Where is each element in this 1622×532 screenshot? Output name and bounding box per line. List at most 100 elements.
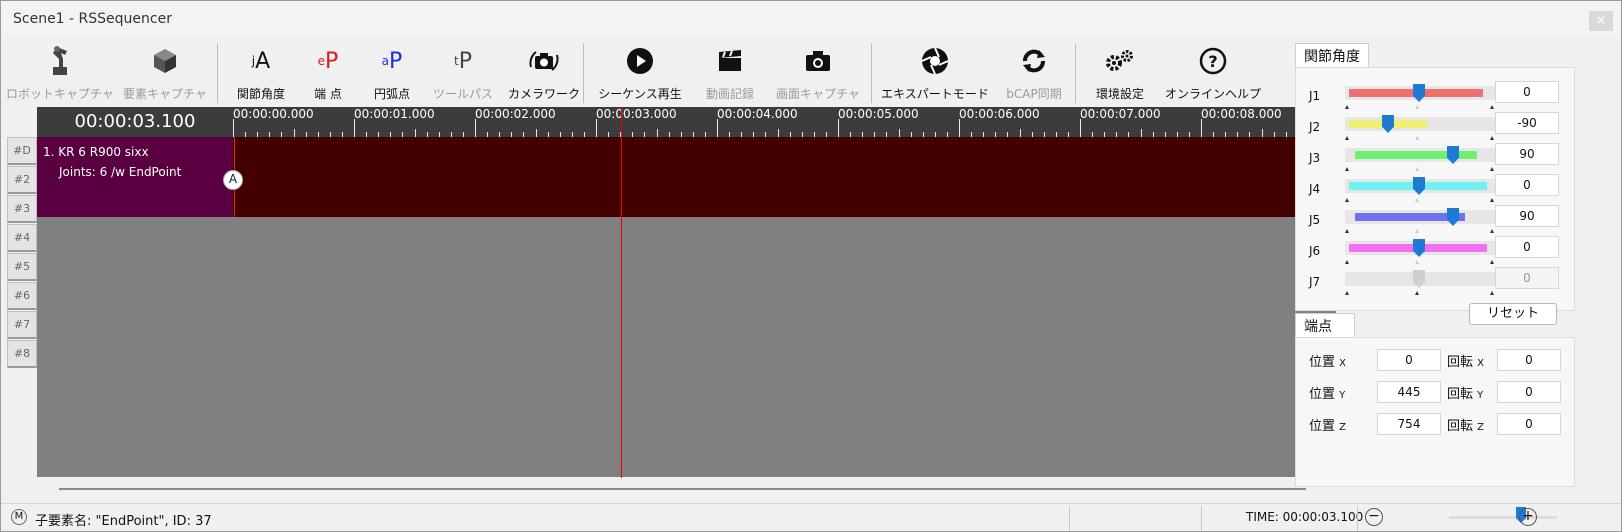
- end-point-fields: 位置 X 0 回転 X 0 位置 Y 445 回転 Y 0 位置 Z 754 回転 Z 0: [1295, 337, 1575, 487]
- joint-slider[interactable]: [1345, 270, 1495, 288]
- sync-icon: [999, 45, 1069, 77]
- expert-mode-button[interactable]: エキスパートモード: [881, 41, 989, 105]
- ruler-tick: [777, 129, 779, 137]
- joint-value-input[interactable]: -90: [1495, 112, 1559, 134]
- rotation-x-input[interactable]: 0: [1497, 349, 1561, 371]
- camera-work-button[interactable]: カメラワーク: [508, 41, 580, 105]
- clapperboard-icon: [697, 45, 763, 77]
- joint-value-input[interactable]: 0: [1495, 236, 1559, 258]
- property-panel: 関節角度 J1 0 J2 -90 J3 90 J4 0 J5 90 J6 0 J7 0 リセット 端点 位…: [1295, 41, 1622, 501]
- joint-slider-thumb[interactable]: [1413, 177, 1425, 195]
- reset-button[interactable]: リセット: [1469, 303, 1557, 325]
- joint-slider[interactable]: [1345, 239, 1495, 257]
- robot-capture-button[interactable]: ロボットキャプチャ: [6, 41, 114, 105]
- element-capture-button[interactable]: 要素キャプチャ: [123, 41, 207, 105]
- ruler-tick: [898, 129, 900, 137]
- joint-slider[interactable]: [1345, 115, 1495, 133]
- joint-value-input[interactable]: 90: [1495, 205, 1559, 227]
- joint-slider-thumb[interactable]: [1413, 84, 1425, 102]
- ruler-tick: [1261, 129, 1263, 137]
- joint-label: J4: [1309, 182, 1321, 196]
- track-tab[interactable]: #2: [7, 166, 37, 194]
- robot-capture-label: ロボットキャプチャ: [6, 87, 114, 101]
- track-header[interactable]: 1. KR 6 R900 sixx Joints: 6 /w EndPoint: [37, 137, 233, 217]
- rotation-label-z: 回転 Z: [1447, 419, 1485, 434]
- element-capture-label: 要素キャプチャ: [123, 87, 207, 101]
- track-tab[interactable]: #8: [7, 340, 37, 368]
- toolbar-divider: [871, 43, 872, 103]
- ruler-tick: [1201, 119, 1202, 137]
- track-tab[interactable]: #5: [7, 253, 37, 281]
- joint-row-j1: J1 0: [1309, 81, 1571, 113]
- rotation-y-input[interactable]: 0: [1497, 381, 1561, 403]
- joint-slider[interactable]: [1345, 84, 1495, 102]
- joint-label: J7: [1309, 275, 1321, 289]
- tab-end-point[interactable]: 端点: [1295, 313, 1355, 337]
- track-tab[interactable]: #4: [7, 224, 37, 252]
- position-x-input[interactable]: 0: [1377, 349, 1441, 371]
- mode-icon[interactable]: M: [11, 509, 27, 525]
- arc-point-label: 円弧点: [373, 87, 410, 101]
- joint-angle-button[interactable]: jA 関節角度: [233, 41, 289, 105]
- ruler-label: 00:00:08.000: [1201, 107, 1282, 121]
- joint-slider[interactable]: [1345, 208, 1495, 226]
- sequence-play-label: シーケンス再生: [598, 87, 682, 101]
- screen-capture-button[interactable]: 画面キャプチャ: [776, 41, 860, 105]
- online-help-button[interactable]: ? オンラインヘルプ: [1165, 41, 1261, 105]
- toolbar-divider: [217, 43, 218, 103]
- ruler-tick: [959, 119, 960, 137]
- keyframe-marker[interactable]: A: [223, 170, 243, 190]
- joint-row-j6: J6 0: [1309, 236, 1571, 268]
- ruler-tick: [233, 119, 234, 137]
- zoom-out-icon[interactable]: −: [1365, 508, 1383, 526]
- joint-value-input[interactable]: 0: [1495, 267, 1559, 289]
- arc-point-button[interactable]: aP 円弧点: [367, 41, 417, 105]
- position-z-input[interactable]: 754: [1377, 413, 1441, 435]
- bcap-sync-button[interactable]: bCAP同期: [999, 41, 1069, 105]
- joint-slider-thumb[interactable]: [1382, 115, 1394, 133]
- position-y-input[interactable]: 445: [1377, 381, 1441, 403]
- joint-slider-thumb[interactable]: [1413, 270, 1425, 288]
- joint-slider[interactable]: [1345, 146, 1495, 164]
- ruler-label: 00:00:04.000: [717, 107, 798, 121]
- joint-slider-thumb[interactable]: [1447, 146, 1459, 164]
- joint-slider[interactable]: [1345, 177, 1495, 195]
- track-tab[interactable]: #6: [7, 282, 37, 310]
- end-point-button[interactable]: eP 端 点: [303, 41, 353, 105]
- track-tab[interactable]: #3: [7, 195, 37, 223]
- ruler-tick: [293, 129, 295, 137]
- ruler-label: 00:00:06.000: [959, 107, 1040, 121]
- time-ruler[interactable]: 00:00:00.000 00:00:01.000 00:00:02.000 00:0…: [233, 107, 1336, 137]
- track-tab[interactable]: #7: [7, 311, 37, 339]
- env-settings-button[interactable]: 環境設定: [1089, 41, 1151, 105]
- joint-ticks: [1345, 167, 1495, 173]
- help-icon: ?: [1171, 45, 1255, 77]
- track-area[interactable]: 1. KR 6 R900 sixx Joints: 6 /w EndPoint …: [37, 137, 1336, 477]
- joint-label: J5: [1309, 213, 1321, 227]
- joint-value-input[interactable]: 90: [1495, 143, 1559, 165]
- joint-slider-thumb[interactable]: [1447, 208, 1459, 226]
- joint-value-input[interactable]: 0: [1495, 81, 1559, 103]
- joint-angle-icon: jA: [251, 48, 271, 74]
- close-icon[interactable]: ×: [1589, 11, 1613, 31]
- window-title: Scene1 - RSSequencer: [13, 11, 172, 27]
- joint-ticks: [1345, 198, 1495, 204]
- horizontal-scrollbar[interactable]: [59, 488, 1306, 490]
- sequence-play-button[interactable]: シーケンス再生: [595, 41, 685, 105]
- rotation-z-input[interactable]: 0: [1497, 413, 1561, 435]
- cube-icon: [125, 45, 205, 77]
- ruler-tick: [354, 119, 355, 137]
- video-record-button[interactable]: 動画記録: [697, 41, 763, 105]
- gear-icon: [1089, 45, 1151, 77]
- joint-slider-thumb[interactable]: [1413, 239, 1425, 257]
- track-tab[interactable]: #D: [7, 137, 37, 165]
- zoom-in-icon[interactable]: +: [1519, 508, 1537, 526]
- bcap-sync-label: bCAP同期: [1006, 87, 1062, 101]
- joint-value-input[interactable]: 0: [1495, 174, 1559, 196]
- tool-path-button[interactable]: tP ツールパス: [431, 41, 495, 105]
- online-help-label: オンラインヘルプ: [1165, 87, 1262, 101]
- zoom-slider[interactable]: [1449, 516, 1557, 519]
- track-row[interactable]: 1. KR 6 R900 sixx Joints: 6 /w EndPoint …: [37, 137, 1336, 217]
- playhead[interactable]: [621, 107, 622, 478]
- tab-joint-angle[interactable]: 関節角度: [1295, 43, 1369, 67]
